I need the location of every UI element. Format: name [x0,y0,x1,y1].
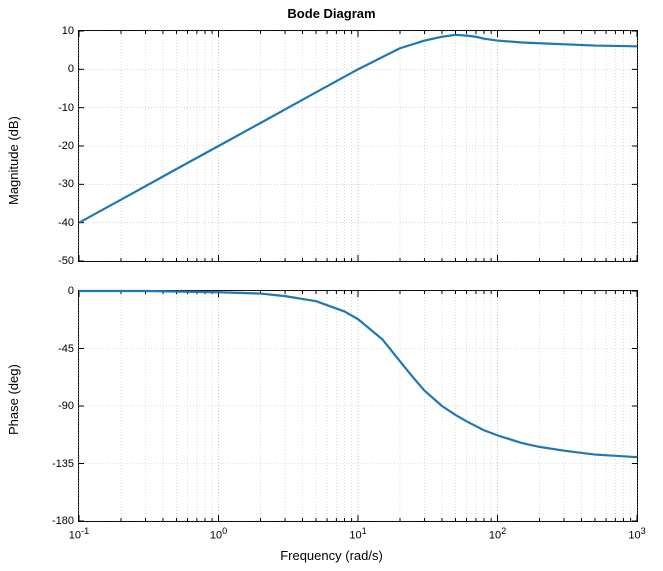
y-tick-label: -30 [34,178,79,190]
x-tick-label: 102 [489,521,506,542]
y-tick-label: -20 [34,140,79,152]
y-tick-label: -90 [34,400,79,412]
y-tick-label: -40 [34,217,79,229]
phase-ylabel: Phase (deg) [6,364,21,435]
y-tick-label: 10 [34,25,79,37]
bode-figure: Bode Diagram -50-40-30-20-10010 Magnitud… [0,0,663,571]
x-tick-label: 103 [628,521,645,542]
magnitude-plot: -50-40-30-20-10010 [78,30,638,262]
phase-svg [79,291,637,521]
y-tick-label: 0 [34,63,79,75]
y-tick-label: -10 [34,102,79,114]
y-tick-label: -135 [34,458,79,470]
phase-plot: -180-135-90-45010-1100101102103 [78,290,638,522]
x-tick-label: 101 [349,521,366,542]
magnitude-ylabel: Magnitude (dB) [6,116,21,205]
magnitude-svg [79,31,637,261]
x-tick-label: 100 [210,521,227,542]
x-axis-label: Frequency (rad/s) [0,548,663,563]
y-tick-label: 0 [34,285,79,297]
y-tick-label: -50 [34,255,79,267]
x-tick-label: 10-1 [69,521,89,542]
figure-title: Bode Diagram [0,6,663,21]
y-tick-label: -45 [34,343,79,355]
